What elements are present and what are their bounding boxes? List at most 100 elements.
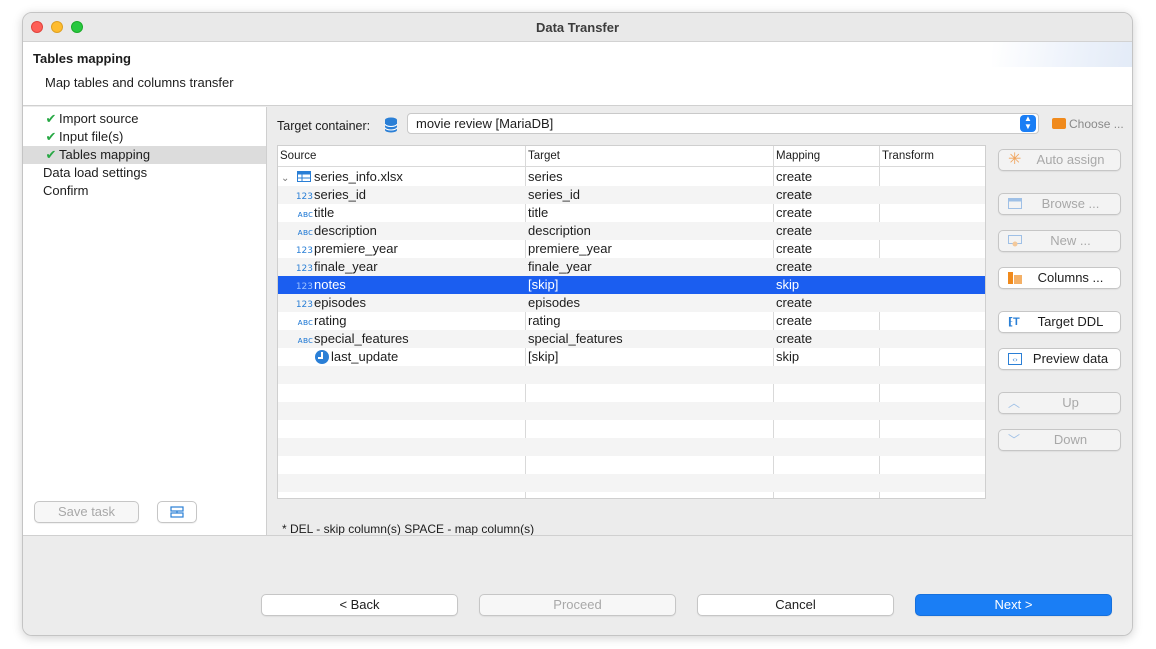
transform-cell[interactable] [880, 330, 985, 348]
source-cell: ᴀʙᴄspecial_features [278, 330, 525, 348]
target-cell[interactable]: premiere_year [526, 240, 773, 258]
table-row[interactable]: ⌄ series_info.xlsx series create [278, 168, 985, 186]
target-cell[interactable]: series [526, 168, 773, 186]
save-task-button[interactable]: Save task [34, 501, 139, 523]
choose-container-button[interactable]: Choose ... [1052, 117, 1124, 131]
table-row[interactable]: 123episodes episodes create [278, 294, 985, 312]
mapping-cell[interactable]: create [774, 312, 879, 330]
source-name: series_info.xlsx [314, 169, 403, 184]
target-cell[interactable]: episodes [526, 294, 773, 312]
mapping-cell[interactable]: skip [774, 348, 879, 366]
transform-cell[interactable] [880, 294, 985, 312]
transform-cell[interactable] [880, 240, 985, 258]
button-label: Up [1062, 395, 1079, 410]
collapse-chevron-icon[interactable]: ⌄ [281, 170, 297, 186]
table-row[interactable]: last_update [skip] skip [278, 348, 985, 366]
source-name: special_features [314, 331, 409, 346]
columns-icon [1008, 272, 1022, 284]
mapping-cell[interactable]: create [774, 240, 879, 258]
empty-table-row [278, 456, 985, 474]
string-type-icon: ᴀʙᴄ [297, 336, 314, 346]
new-button[interactable]: New ... [998, 230, 1121, 252]
down-button[interactable]: ﹀ Down [998, 429, 1121, 451]
target-cell[interactable]: [skip] [526, 276, 773, 294]
table-row[interactable]: ᴀʙᴄrating rating create [278, 312, 985, 330]
column-header-source[interactable]: Source [278, 146, 526, 167]
source-name: finale_year [314, 259, 378, 274]
back-button[interactable]: < Back [261, 594, 458, 616]
empty-table-row [278, 402, 985, 420]
target-cell[interactable]: rating [526, 312, 773, 330]
browse-button[interactable]: Browse ... [998, 193, 1121, 215]
preview-data-button[interactable]: ‹› Preview data [998, 348, 1121, 370]
step-tables-mapping[interactable]: ✔ Tables mapping [23, 146, 266, 164]
transform-cell[interactable] [880, 186, 985, 204]
mapping-cell[interactable]: create [774, 222, 879, 240]
transform-cell[interactable] [880, 168, 985, 186]
up-button[interactable]: ︿ Up [998, 392, 1121, 414]
target-ddl-button[interactable]: ⁅T Target DDL [998, 311, 1121, 333]
empty-table-row [278, 420, 985, 438]
transform-cell[interactable] [880, 222, 985, 240]
step-data-load-settings[interactable]: Data load settings [23, 164, 266, 182]
column-header-mapping[interactable]: Mapping [774, 146, 880, 167]
next-button[interactable]: Next > [915, 594, 1112, 616]
transform-cell[interactable] [880, 204, 985, 222]
step-input-files[interactable]: ✔ Input file(s) [23, 128, 266, 146]
table-row[interactable]: ᴀʙᴄtitle title create [278, 204, 985, 222]
mapping-cell[interactable]: create [774, 258, 879, 276]
columns-button[interactable]: Columns ... [998, 267, 1121, 289]
mapping-cell[interactable]: skip [774, 276, 879, 294]
mapping-cell[interactable]: create [774, 186, 879, 204]
target-cell[interactable]: special_features [526, 330, 773, 348]
transform-cell[interactable] [880, 348, 985, 366]
page-title: Tables mapping [33, 51, 131, 66]
target-cell[interactable]: finale_year [526, 258, 773, 276]
source-cell: ᴀʙᴄdescription [278, 222, 525, 240]
mapping-cell[interactable]: create [774, 294, 879, 312]
table-row[interactable]: 123series_id series_id create [278, 186, 985, 204]
empty-table-row [278, 474, 985, 492]
folder-icon [1052, 118, 1066, 129]
asterisk-icon: ✳ [1008, 151, 1022, 168]
button-label: Down [1053, 432, 1088, 447]
target-container-select[interactable]: movie review [MariaDB] ▲ ▼ [407, 113, 1039, 134]
table-row[interactable]: ᴀʙᴄdescription description create [278, 222, 985, 240]
step-import-source[interactable]: ✔ Import source [23, 110, 266, 128]
numeric-type-icon: 123 [295, 264, 313, 274]
svg-text:‹›: ‹› [1012, 356, 1018, 364]
column-header-transform[interactable]: Transform [880, 146, 985, 167]
target-cell[interactable]: title [526, 204, 773, 222]
database-icon [384, 117, 398, 133]
transform-cell[interactable] [880, 312, 985, 330]
mapping-cell[interactable]: create [774, 168, 879, 186]
button-label: Auto assign [1036, 152, 1105, 167]
button-label: Browse ... [1041, 196, 1100, 211]
target-cell[interactable]: series_id [526, 186, 773, 204]
table-row[interactable]: 123premiere_year premiere_year create [278, 240, 985, 258]
datetime-type-icon [315, 350, 329, 364]
mapping-cell[interactable]: create [774, 330, 879, 348]
transform-cell[interactable] [880, 258, 985, 276]
table-row[interactable]: 123finale_year finale_year create [278, 258, 985, 276]
task-config-button[interactable] [157, 501, 197, 523]
proceed-button[interactable]: Proceed [479, 594, 676, 616]
transform-cell[interactable] [880, 276, 985, 294]
preview-icon: ‹› [1008, 353, 1022, 365]
auto-assign-button[interactable]: ✳ Auto assign [998, 149, 1121, 171]
step-confirm[interactable]: Confirm [23, 182, 266, 200]
target-cell[interactable]: [skip] [526, 348, 773, 366]
source-name: episodes [314, 295, 367, 310]
column-header-target[interactable]: Target [526, 146, 774, 167]
source-cell: 123finale_year [278, 258, 525, 276]
table-row[interactable]: ᴀʙᴄspecial_features special_features creat… [278, 330, 985, 348]
target-cell[interactable]: description [526, 222, 773, 240]
title-bar: Data Transfer [23, 13, 1132, 42]
table-row[interactable]: 123notes [skip] skip [278, 276, 985, 294]
source-name: notes [314, 277, 346, 292]
table-browse-icon [1008, 198, 1022, 210]
source-cell: 123notes [278, 276, 525, 294]
cancel-button[interactable]: Cancel [697, 594, 894, 616]
keyboard-hint: * DEL - skip column(s) SPACE - map colum… [282, 522, 535, 536]
mapping-cell[interactable]: create [774, 204, 879, 222]
